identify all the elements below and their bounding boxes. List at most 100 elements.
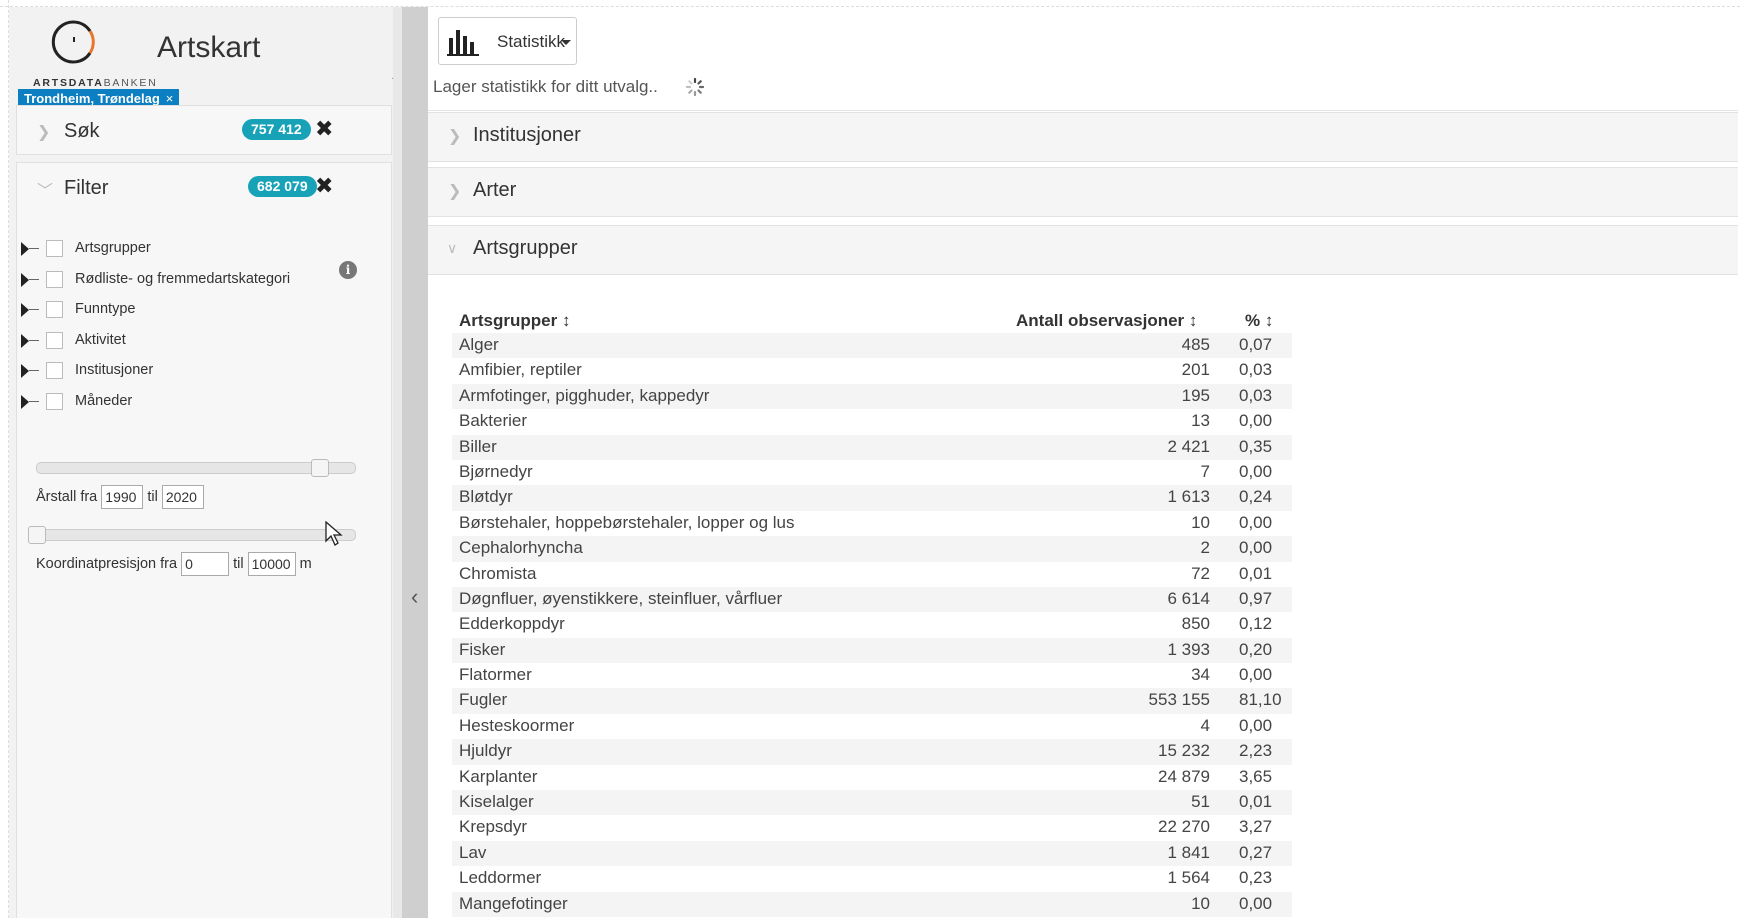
cell-percent: 3,65 <box>1239 766 1273 786</box>
tree-item-institusjoner[interactable]: Institusjoner <box>21 357 361 388</box>
sort-icon[interactable]: ↕ <box>1189 311 1198 330</box>
bar-chart-icon <box>447 30 479 56</box>
tree-item-funntype[interactable]: Funntype <box>21 296 361 327</box>
table-row: Bløtdyr 1 613 0,24 <box>452 485 1292 511</box>
checkbox[interactable] <box>46 331 63 349</box>
tree-connector <box>29 248 39 249</box>
coordinate-precision-slider[interactable] <box>28 526 356 544</box>
search-clear-button[interactable]: ✖ <box>315 116 333 142</box>
tree-item-label: Artsgrupper <box>75 240 151 256</box>
cell-observation-count: 1 841 <box>1167 842 1210 862</box>
table-row: Døgnfluer, øyenstikkere, steinfluer, vår… <box>452 586 1292 613</box>
cell-group-name: Karplanter <box>459 766 538 786</box>
year-slider-handle[interactable] <box>311 459 329 477</box>
cell-group-name: Børstehaler, hoppebørstehaler, lopper og… <box>459 512 795 532</box>
sidebar: ARTSDATABANKEN Artskart Trondheim, Trønd… <box>9 7 393 918</box>
accordion-artsgrupper[interactable]: ∨ Artsgrupper <box>428 225 1738 275</box>
filter-tree: Artsgrupper Rødliste- og fremmedartskate… <box>21 235 361 419</box>
checkbox[interactable] <box>46 362 63 380</box>
table-row: Karplanter 24 879 3,65 <box>452 765 1292 790</box>
filter-clear-button[interactable]: ✖ <box>315 173 333 199</box>
cell-observation-count: 195 <box>1181 385 1210 405</box>
accordion-title: Institusjoner <box>473 124 581 146</box>
accordion-arter[interactable]: ❯ Arter <box>428 167 1738 217</box>
tree-item-aktivitet[interactable]: Aktivitet <box>21 327 361 358</box>
chevron-right-icon: ❯ <box>37 124 51 141</box>
expand-triangle-icon[interactable] <box>21 394 29 409</box>
checkbox[interactable] <box>46 240 63 257</box>
caret-down-icon <box>561 40 571 45</box>
cell-observation-count: 22 270 <box>1158 817 1210 837</box>
expand-triangle-icon[interactable] <box>21 242 29 256</box>
checkbox[interactable] <box>46 392 63 410</box>
tree-connector <box>29 339 39 341</box>
column-header-artsgrupper[interactable]: Artsgrupper ↕ <box>459 311 570 331</box>
cell-group-name: Cephalorhyncha <box>459 538 583 558</box>
expand-triangle-icon[interactable] <box>21 364 29 379</box>
cell-group-name: Biller <box>459 436 497 456</box>
cell-group-name: Fugler <box>459 690 508 710</box>
expand-triangle-icon[interactable] <box>21 272 29 287</box>
cell-percent: 0,12 <box>1239 614 1273 634</box>
year-range-row: Årstall fra 1990 til 2020 <box>36 485 204 509</box>
statistics-dropdown-button[interactable]: Statistikk <box>438 17 577 65</box>
cell-group-name: Krepsdyr <box>459 817 528 837</box>
expand-triangle-icon[interactable] <box>21 303 29 318</box>
coord-from-input[interactable]: 0 <box>181 552 230 576</box>
table-body: Alger 485 0,07 Amfibier, reptiler 201 0,03 Arm… <box>452 333 1292 917</box>
collapse-sidebar-icon[interactable]: ‹ <box>411 584 418 610</box>
location-chip-remove-button[interactable]: × <box>166 91 174 106</box>
info-icon[interactable]: i <box>339 261 357 279</box>
expand-triangle-icon[interactable] <box>21 333 29 348</box>
page-frame-top <box>0 0 1740 7</box>
year-to-input[interactable]: 2020 <box>161 485 204 509</box>
cell-observation-count: 201 <box>1181 360 1210 380</box>
year-range-slider[interactable] <box>36 459 356 477</box>
coordinate-slider-handle[interactable] <box>28 526 46 544</box>
accordion-institusjoner[interactable]: ❯ Institusjoner <box>428 112 1738 162</box>
cell-percent: 81,10 <box>1239 690 1282 710</box>
year-from-input[interactable]: 1990 <box>101 485 144 509</box>
table-row: Bjørnedyr 7 0,00 <box>452 460 1292 485</box>
column-header-antall[interactable]: Antall observasjoner ↕ <box>1016 311 1197 331</box>
sidebar-scrollbar[interactable] <box>393 7 402 918</box>
coord-to-input[interactable]: 10000 <box>247 552 296 576</box>
tree-item-maneder[interactable]: Måneder <box>21 388 361 419</box>
logo-wordmark: ARTSDATABANKEN <box>33 77 158 89</box>
cell-percent: 0,01 <box>1239 792 1273 812</box>
tree-item-rodliste[interactable]: Rødliste- og fremmedartskategori <box>21 266 361 297</box>
table-row: Fisker 1 393 0,20 <box>452 637 1292 664</box>
cell-observation-count: 1 564 <box>1167 868 1210 888</box>
tree-connector <box>29 370 39 372</box>
sort-icon[interactable]: ↕ <box>1265 311 1274 330</box>
cell-group-name: Hesteskoormer <box>459 715 575 735</box>
artsdatabanken-logo[interactable]: ARTSDATABANKEN <box>20 15 156 95</box>
table-row: Bakterier 13 0,00 <box>452 409 1292 434</box>
table-row: Flatormer 34 0,00 <box>452 663 1292 688</box>
checkbox[interactable] <box>46 270 63 288</box>
column-header-percent[interactable]: % ↕ <box>1245 311 1273 331</box>
cell-group-name: Bjørnedyr <box>459 461 533 481</box>
logo-clock-icon <box>51 20 95 64</box>
filter-panel-header[interactable]: ﹀ Filter 682 079 ✖ <box>17 163 391 213</box>
cell-observation-count: 7 <box>1200 461 1210 481</box>
cell-percent: 0,03 <box>1239 385 1273 405</box>
search-panel-header[interactable]: ❯ Søk 757 412 ✖ <box>17 106 391 156</box>
table-row: Hesteskoormer 4 0,00 <box>452 714 1292 739</box>
panel-splitter[interactable]: ‹ <box>393 7 428 918</box>
cell-percent: 0,00 <box>1239 461 1273 481</box>
sort-icon[interactable]: ↕ <box>562 311 571 330</box>
cell-percent: 3,27 <box>1239 817 1273 837</box>
mouse-cursor-icon <box>325 521 343 546</box>
tree-item-label: Måneder <box>75 392 133 409</box>
cell-group-name: Lav <box>459 842 487 862</box>
cell-percent: 0,00 <box>1239 715 1273 735</box>
table-row: Armfotinger, pigghuder, kappedyr 195 0,03 <box>452 383 1292 410</box>
cell-observation-count: 2 <box>1200 538 1210 558</box>
table-row: Børstehaler, hoppebørstehaler, lopper og… <box>452 511 1292 536</box>
checkbox[interactable] <box>46 301 63 319</box>
table-row: Chromista 72 0,01 <box>452 562 1292 587</box>
cell-percent: 0,00 <box>1239 893 1273 913</box>
tree-item-artsgrupper[interactable]: Artsgrupper <box>21 235 361 266</box>
statistics-toolbar: Statistikk Lager statistikk for ditt utv… <box>428 7 1738 111</box>
